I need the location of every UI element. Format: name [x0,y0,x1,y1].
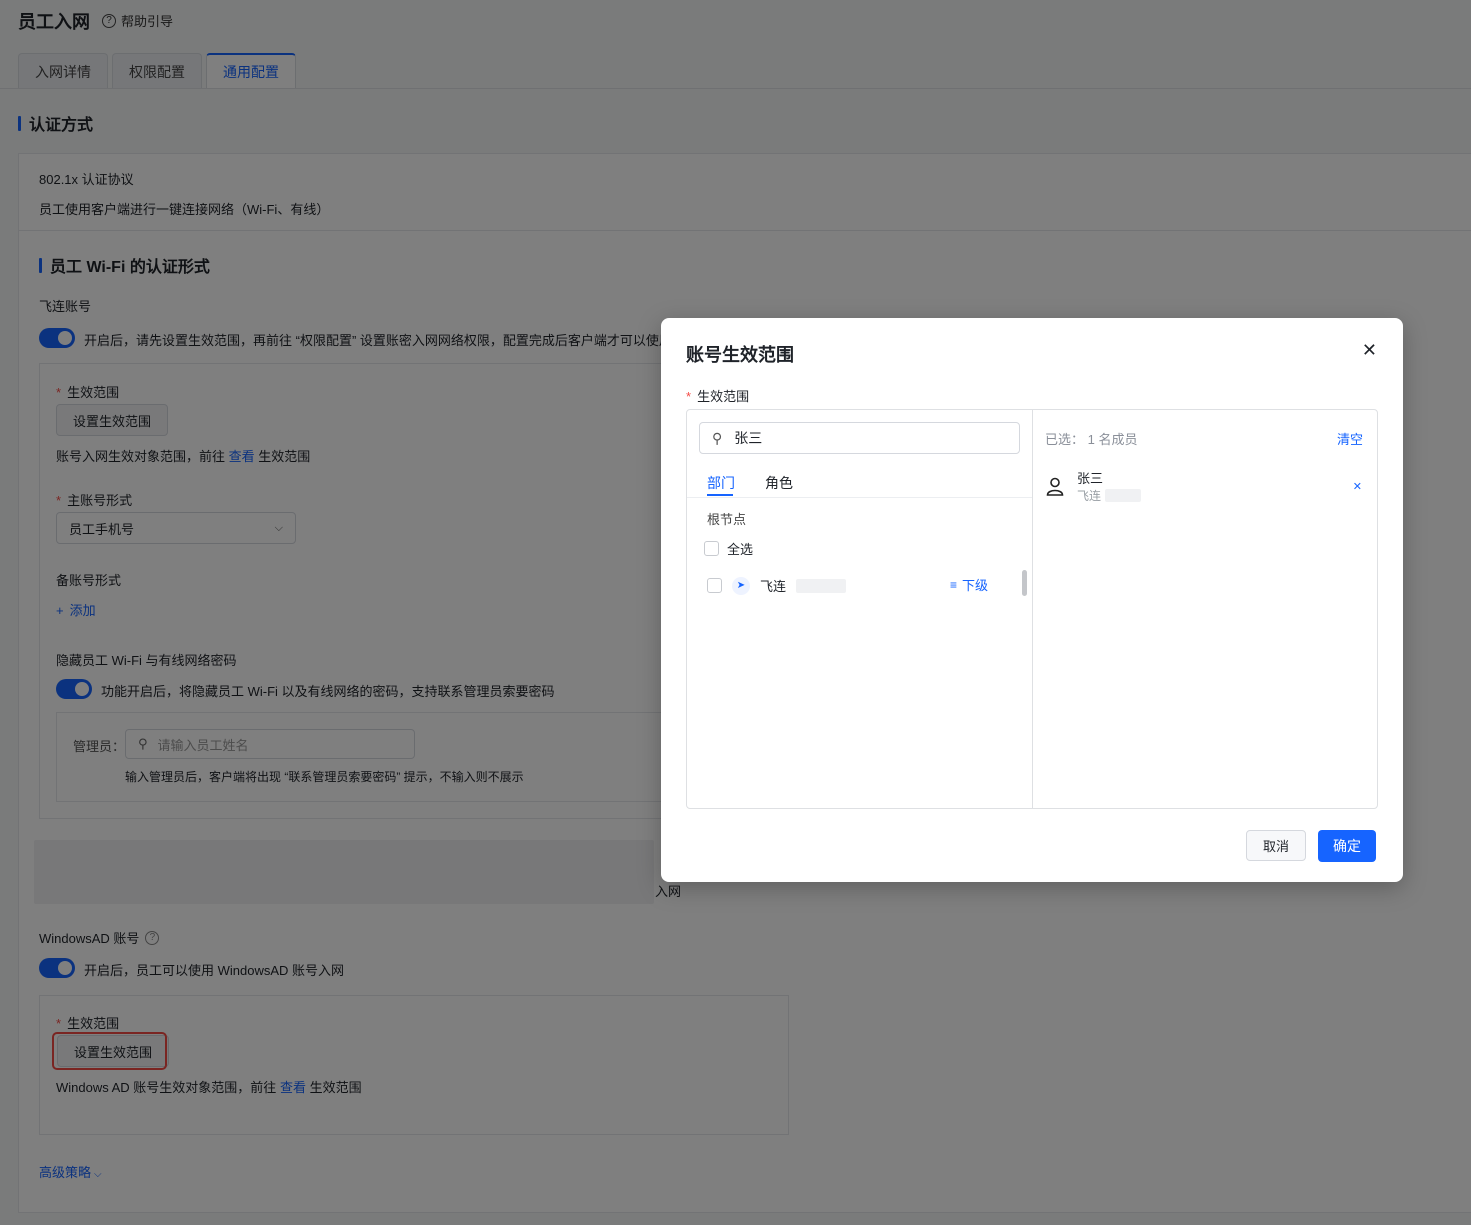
org-row[interactable]: ➤ 飞连 [707,576,847,595]
sub-level-button[interactable]: ≡ 下级 [950,575,988,594]
modal-scope-label: * 生效范围 [686,389,750,404]
selected-member-org: 飞连 [1077,489,1102,503]
search-icon: ⚲ [712,429,723,446]
root-node-label: 根节点 [707,512,747,527]
cancel-button[interactable]: 取消 [1246,830,1307,861]
tab-department[interactable]: 部门 [707,473,735,493]
tree-list-icon: ≡ [950,577,958,592]
redacted-member-org-suffix [1105,489,1142,502]
active-tab-indicator [707,494,733,496]
redacted-org-suffix [796,578,847,593]
org-logo-icon: ➤ [732,576,750,595]
select-all-label: 全选 [727,542,754,557]
scope-selector-panel: ⚲ 张三 部门 角色 根节点 全选 ➤ 飞连 ≡ 下级 已选： 1 名成员 清空 [686,409,1378,809]
remove-member-icon[interactable]: ✕ [1353,480,1362,493]
selected-member-item: 张三 飞连 [1045,468,1142,504]
selected-member-org-row: 飞连 [1077,487,1142,504]
clear-selection-button[interactable]: 清空 [1337,429,1363,448]
list-scrollbar[interactable] [1022,570,1027,596]
selected-count: 已选： 1 名成员 [1045,432,1138,447]
select-all-checkbox[interactable] [704,541,719,556]
member-search-input[interactable]: ⚲ 张三 [699,422,1020,454]
selected-member-name: 张三 [1077,471,1104,486]
org-name: 飞连 [760,579,787,594]
tab-underline [687,497,1032,498]
user-icon [1046,477,1064,496]
close-icon[interactable]: ✕ [1362,340,1377,361]
tab-role[interactable]: 角色 [765,473,793,493]
selected-member-info: 张三 飞连 [1077,468,1142,504]
confirm-button[interactable]: 确定 [1318,830,1376,862]
modal-title: 账号生效范围 [686,345,794,365]
org-checkbox[interactable] [707,578,722,593]
account-scope-modal: 账号生效范围 ✕ * 生效范围 ⚲ 张三 部门 角色 根节点 全选 ➤ 飞连 ≡ … [661,318,1403,882]
sub-level-label: 下级 [962,578,989,593]
search-value: 张三 [734,430,763,446]
panel-divider [1032,410,1033,808]
select-all-row[interactable]: 全选 [704,539,753,558]
